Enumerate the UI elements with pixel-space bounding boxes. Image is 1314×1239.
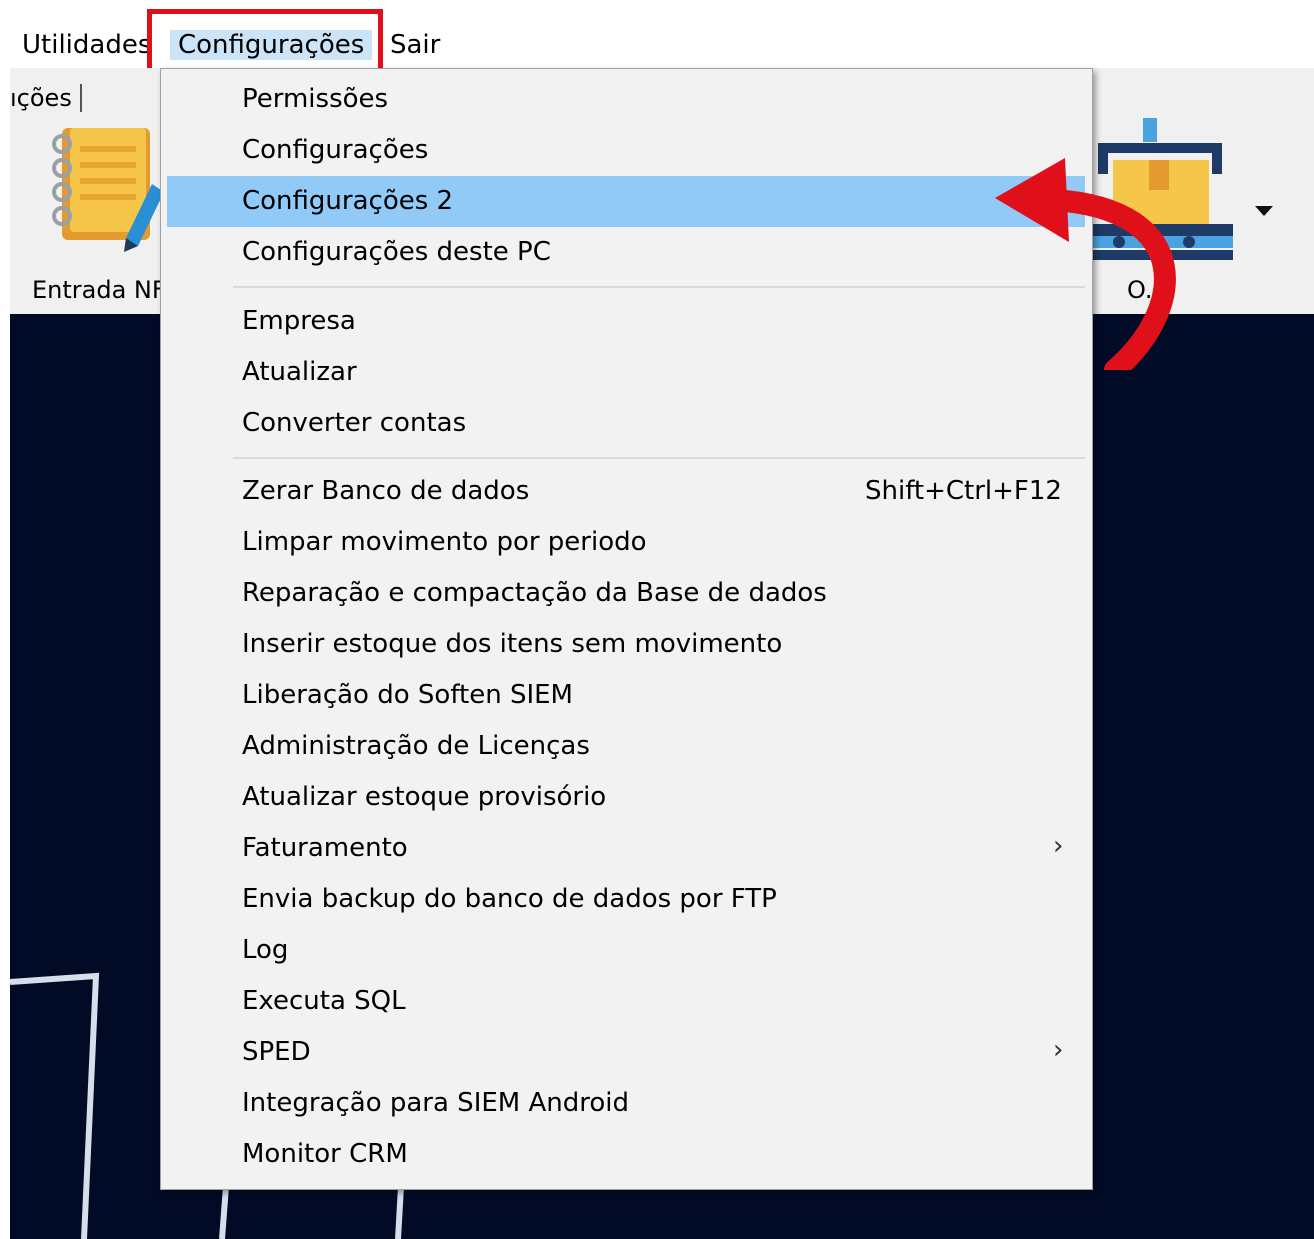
menu-item-limpar-movimento[interactable]: Limpar movimento por periodo: [167, 517, 1085, 568]
menu-item-liberacao[interactable]: Liberação do Soften SIEM: [167, 670, 1085, 721]
menu-item-permissoes[interactable]: Permissões: [167, 74, 1085, 125]
menu-separator: [233, 457, 1085, 459]
menu-item-shortcut: Shift+Ctrl+F12: [865, 476, 1062, 506]
menu-item-configuracoes[interactable]: Configurações: [167, 125, 1085, 176]
window-left-edge: [0, 68, 10, 1239]
entrada-nf-button[interactable]: Entrada NF: [22, 120, 172, 310]
menu-item-label: Envia backup do banco de dados por FTP: [242, 884, 777, 914]
menu-item-configuracoes-2[interactable]: Configurações 2: [167, 176, 1085, 227]
menu-item-label: Limpar movimento por periodo: [242, 527, 647, 557]
menu-item-label: Log: [242, 935, 289, 965]
menu-item-empresa[interactable]: Empresa: [167, 296, 1085, 347]
menu-sair[interactable]: Sair: [390, 30, 440, 60]
notebook-pencil-icon: [52, 128, 164, 252]
menu-item-label: Configurações deste PC: [242, 237, 551, 267]
triangle-down-icon[interactable]: [1255, 206, 1273, 218]
menu-item-log[interactable]: Log: [167, 925, 1085, 976]
toolbar-tab[interactable]: ıções: [10, 84, 82, 112]
menu-utilidades[interactable]: Utilidades: [22, 30, 151, 60]
menu-item-integracao-android[interactable]: Integração para SIEM Android: [167, 1078, 1085, 1129]
menu-bar: Utilidades Configurações Sair: [0, 0, 1314, 73]
menu-item-label: Atualizar: [242, 357, 357, 387]
menu-item-label: SPED: [242, 1037, 311, 1067]
menu-item-label: Permissões: [242, 84, 389, 114]
menu-item-inserir-estoque[interactable]: Inserir estoque dos itens sem movimento: [167, 619, 1085, 670]
menu-item-monitor-crm[interactable]: Monitor CRM: [167, 1129, 1085, 1180]
menu-item-label: Inserir estoque dos itens sem movimento: [242, 629, 783, 659]
menu-item-label: Zerar Banco de dados: [242, 476, 530, 506]
menu-item-atualizar-estoque[interactable]: Atualizar estoque provisório: [167, 772, 1085, 823]
menu-item-label: Reparação e compactação da Base de dados: [242, 578, 827, 608]
menu-item-label: Configurações 2: [242, 186, 454, 216]
menu-item-label: Administração de Licenças: [242, 731, 590, 761]
entrada-nf-label: Entrada NF: [32, 276, 166, 304]
menu-item-faturamento[interactable]: Faturamento ›: [167, 823, 1085, 874]
red-arrow-annotation: [995, 158, 1176, 370]
red-highlight-box: [147, 9, 383, 73]
menu-item-label: Integração para SIEM Android: [242, 1088, 630, 1118]
configuracoes-dropdown: Permissões Configurações Configurações 2…: [160, 68, 1093, 1190]
menu-item-envia-backup[interactable]: Envia backup do banco de dados por FTP: [167, 874, 1085, 925]
menu-item-zerar-banco[interactable]: Zerar Banco de dados Shift+Ctrl+F12: [167, 466, 1085, 517]
menu-item-label: Faturamento: [242, 833, 408, 863]
menu-item-label: Converter contas: [242, 408, 467, 438]
menu-item-converter-contas[interactable]: Converter contas: [167, 398, 1085, 449]
menu-item-label: Atualizar estoque provisório: [242, 782, 607, 812]
menu-item-reparacao[interactable]: Reparação e compactação da Base de dados: [167, 568, 1085, 619]
menu-separator: [233, 286, 1085, 288]
menu-item-executa-sql[interactable]: Executa SQL: [167, 976, 1085, 1027]
menu-item-label: Empresa: [242, 306, 356, 336]
menu-item-administracao-licencas[interactable]: Administração de Licenças: [167, 721, 1085, 772]
menu-item-configuracoes-deste-pc[interactable]: Configurações deste PC: [167, 227, 1085, 278]
submenu-arrow-icon: ›: [1053, 831, 1064, 861]
menu-item-label: Monitor CRM: [242, 1139, 408, 1169]
menu-item-label: Configurações: [242, 135, 429, 165]
menu-item-atualizar[interactable]: Atualizar: [167, 347, 1085, 398]
submenu-arrow-icon: ›: [1053, 1035, 1064, 1065]
menu-item-label: Executa SQL: [242, 986, 406, 1016]
menu-item-sped[interactable]: SPED ›: [167, 1027, 1085, 1078]
menu-item-label: Liberação do Soften SIEM: [242, 680, 573, 710]
